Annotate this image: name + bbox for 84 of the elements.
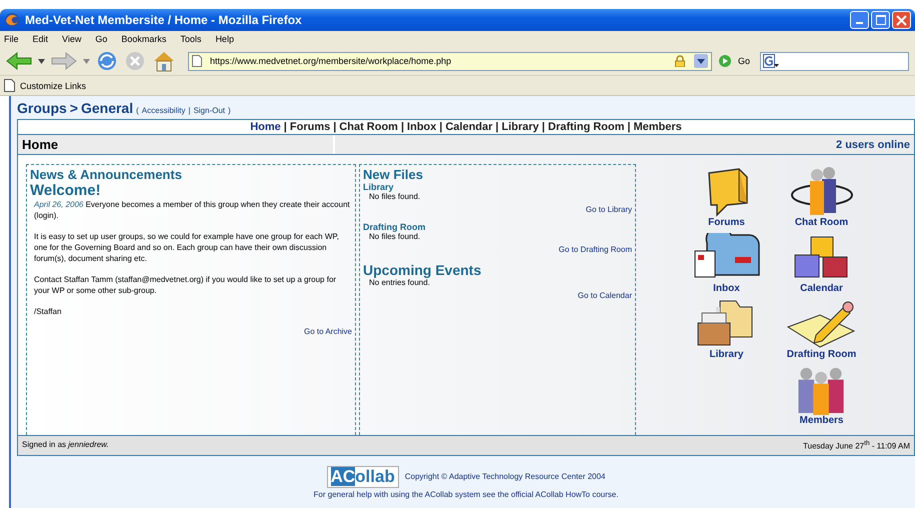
nav-link[interactable]: Members — [633, 121, 682, 133]
menu-item[interactable]: Go — [95, 34, 108, 44]
help-text: For general help with using the ACollab system see the official ACollab HowTo course. — [314, 490, 618, 499]
nav-link[interactable]: Library — [502, 121, 539, 133]
paren-text: ( — [136, 106, 139, 115]
go-button[interactable]: Go — [738, 56, 750, 66]
tool-link[interactable]: Drafting Room — [786, 349, 856, 360]
section-heading: News & Announcements — [30, 167, 183, 182]
people-ring-icon[interactable] — [788, 165, 854, 217]
minimize-button[interactable] — [850, 11, 869, 29]
menu-item[interactable]: Bookmarks — [121, 34, 166, 44]
menu-item[interactable]: Edit — [32, 34, 48, 44]
separator-text: | — [400, 121, 404, 133]
dropdown-caret-icon[interactable] — [694, 54, 708, 68]
paren-text: ) — [228, 106, 231, 115]
empty-message: No files found. — [369, 192, 422, 201]
address-field[interactable]: https://www.medvetnet.org/membersite/workplace/home.php — [188, 52, 712, 70]
signed-in-text: Signed in as jenniedrew. — [22, 440, 109, 451]
nav-link[interactable]: Chat Room — [339, 121, 398, 133]
separator-text: | — [333, 121, 336, 133]
date-time-text: Tuesday June 27$^{th}$ - 11:09 AM — [803, 440, 910, 451]
header-link[interactable]: Sign-Out — [193, 106, 226, 115]
go-link[interactable]: Go to Library — [586, 205, 632, 214]
tool-link[interactable]: Inbox — [713, 283, 740, 294]
search-field[interactable] — [760, 52, 909, 70]
menu-item[interactable]: View — [62, 34, 82, 44]
tool-link[interactable]: Forums — [708, 217, 745, 228]
menu-item[interactable]: File — [4, 34, 19, 44]
padlock-icon — [674, 55, 686, 67]
menu-item[interactable]: Help — [215, 34, 234, 44]
post-paragraph: Contact Staffan Tamm (staffan@medvetnet.org) if you would like to set up a group for your WP or some other sub-group. — [34, 274, 338, 296]
page-icon — [192, 55, 202, 67]
separator-text: | — [188, 106, 190, 115]
users-online-link[interactable]: 2 users online — [836, 138, 910, 150]
go-icon[interactable] — [718, 54, 732, 68]
post-paragraph: /Staffan — [34, 306, 62, 317]
go-link[interactable]: Go to Drafting Room — [558, 245, 632, 254]
nav-link[interactable]: Inbox — [407, 121, 436, 133]
close-icon[interactable] — [896, 14, 907, 26]
breadcrumb-separator: > — [70, 100, 78, 116]
nav-link[interactable]: Calendar — [445, 121, 493, 133]
nav-link[interactable]: Forums — [290, 121, 330, 133]
close-button[interactable] — [892, 11, 911, 29]
empty-message: No files found. — [369, 232, 422, 241]
forward-arrow-icon[interactable] — [51, 51, 77, 71]
tool-link[interactable]: Calendar — [800, 283, 843, 294]
window-title: Med-Vet-Net Membersite / Home - Mozilla Firefox — [25, 13, 302, 27]
subsection-heading: Drafting Room — [363, 222, 426, 232]
search-engine-icon — [763, 54, 780, 68]
reload-icon[interactable] — [96, 50, 118, 72]
breadcrumb-current: General — [80, 100, 134, 116]
tool-link[interactable]: Chat Room — [794, 217, 848, 228]
menu-item[interactable]: Tools — [180, 34, 202, 44]
back-arrow-icon[interactable] — [6, 51, 32, 71]
separator-text: | — [542, 121, 545, 133]
separator-text: | — [627, 121, 630, 133]
subsection-heading: Library — [363, 182, 395, 192]
page-title: Home — [22, 137, 58, 152]
empty-message: No entries found. — [369, 278, 431, 287]
nav-link[interactable]: Drafting Room — [548, 121, 624, 133]
separator-text: | — [284, 121, 287, 133]
post-paragraph: April 26, 2006 Everyone becomes a member of this group when they create their account (login). — [34, 199, 351, 221]
dropdown-caret-icon[interactable] — [38, 58, 45, 64]
copyright-text: Copyright © Adaptive Technology Resource Center 2004 — [404, 472, 606, 482]
section-heading: Upcoming Events — [363, 262, 482, 278]
tool-link[interactable]: Library — [710, 349, 744, 360]
post-title: Welcome! — [30, 182, 102, 199]
header-link[interactable]: Accessibility — [142, 106, 186, 115]
separator-text: | — [496, 121, 499, 133]
pencil-paper-icon[interactable] — [786, 299, 858, 349]
post-paragraph: It is easy to set up user groups, so we could for example have one group for each WP, one for the Governing Board and so on. Each group can have their own discussion forum(s), document sharing etc. — [34, 231, 340, 264]
separator-text: | — [439, 121, 442, 133]
home-icon[interactable] — [152, 50, 176, 72]
maximize-button[interactable] — [871, 11, 890, 29]
bookmark-link[interactable]: Customize Links — [20, 80, 86, 90]
section-heading: New Files — [363, 167, 424, 182]
archive-link[interactable]: Go to Archive — [304, 327, 352, 336]
logo: ACollab — [326, 466, 399, 488]
page-icon — [4, 79, 15, 92]
nav-link[interactable]: Home — [250, 121, 281, 133]
breadcrumb-link[interactable]: Groups — [17, 100, 67, 116]
calendar-link[interactable]: Go to Calendar — [578, 291, 632, 300]
tool-link[interactable]: Members — [800, 415, 844, 426]
browser-logo-icon — [4, 12, 20, 28]
